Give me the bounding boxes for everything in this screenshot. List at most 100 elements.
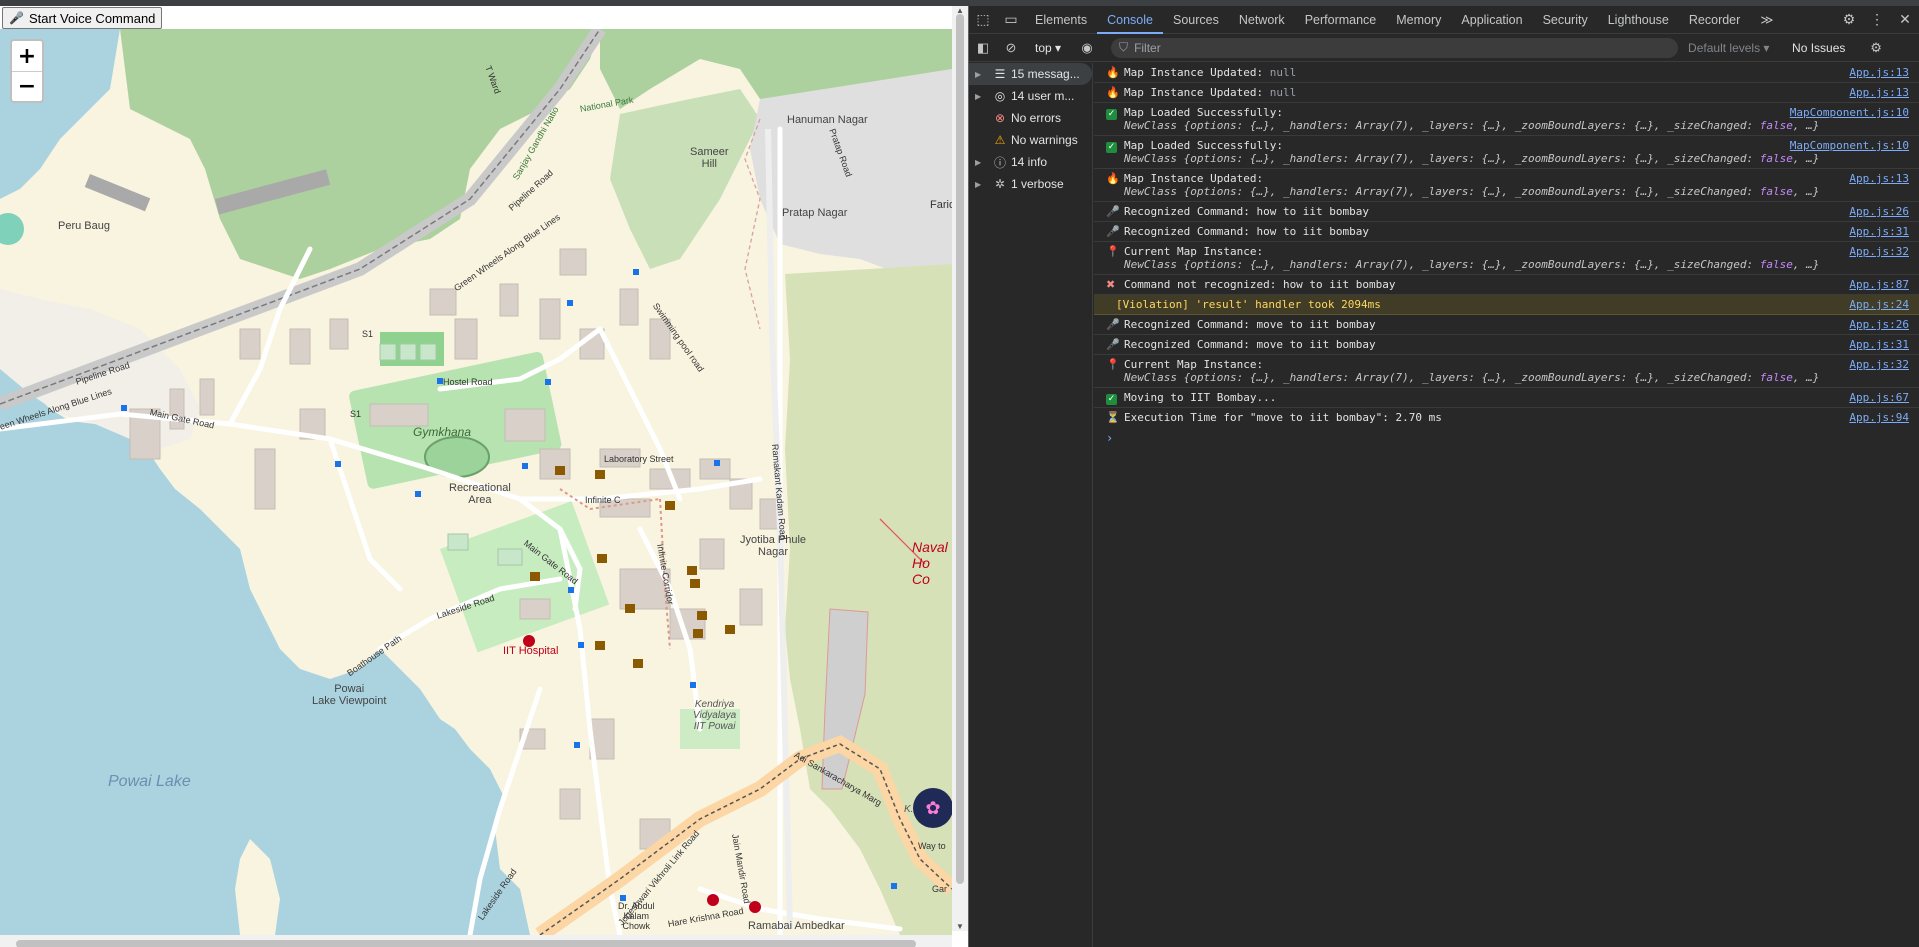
zoom-in-button[interactable]: + — [12, 41, 42, 71]
context-selector[interactable]: top ▾ — [1029, 41, 1067, 55]
tab-memory[interactable]: Memory — [1386, 6, 1451, 34]
map-label-powai-lake: Powai Lake — [108, 773, 191, 790]
source-link[interactable]: App.js:31 — [1849, 225, 1909, 238]
console-message[interactable]: 🎤 Recognized Command: how to iit bombay … — [1094, 202, 1919, 222]
object-preview-part: options: {…}, — [1190, 258, 1283, 271]
console-message[interactable]: 📍 Current Map Instance: App.js:32 ▶NewCl… — [1094, 242, 1919, 275]
filter-placeholder: Filter — [1134, 40, 1161, 55]
close-icon[interactable]: ✕ — [1891, 6, 1919, 34]
object-preview-part: options: {…}, — [1190, 371, 1283, 384]
settings-gear-icon[interactable]: ⚙ — [1835, 6, 1863, 34]
zoom-out-button[interactable]: − — [12, 71, 42, 101]
brain-icon: ✿ — [925, 797, 941, 818]
tab-elements[interactable]: Elements — [1025, 6, 1097, 34]
tab-sources[interactable]: Sources — [1163, 6, 1229, 34]
object-preview-part: _zoomBoundLayers: {…}, — [1514, 152, 1668, 165]
start-voice-command-button[interactable]: 🎤 Start Voice Command — [2, 7, 163, 29]
console-violation-message[interactable]: [Violation] 'result' handler took 2094ms… — [1094, 295, 1919, 315]
tab-console[interactable]: Console — [1097, 6, 1163, 34]
source-link[interactable]: App.js:87 — [1849, 278, 1909, 291]
horizontal-scrollbar[interactable] — [0, 935, 952, 947]
source-link[interactable]: MapComponent.js:10 — [1790, 139, 1909, 152]
console-prompt-input[interactable]: › — [1094, 427, 1919, 449]
vertical-scrollbar-thumb[interactable] — [956, 14, 964, 884]
more-options-icon[interactable]: ⋮ — [1863, 6, 1891, 34]
horizontal-scrollbar-thumb[interactable] — [16, 940, 916, 947]
source-link[interactable]: App.js:32 — [1849, 245, 1909, 258]
console-message[interactable]: ✓ Map Loaded Successfully: MapComponent.… — [1094, 136, 1919, 169]
sidebar-item-user-messages[interactable]: ▶ ◎ 14 user m... — [969, 85, 1092, 107]
object-preview[interactable]: ▶NewClass {options: {…}, _handlers: Arra… — [1124, 119, 1911, 132]
object-preview-part: , …} — [1792, 119, 1820, 132]
object-preview-part: _handlers: Array(7), — [1282, 185, 1423, 198]
sidebar-item-label: 15 messag... — [1011, 67, 1080, 81]
log-levels-dropdown[interactable]: Default levels ▾ — [1688, 41, 1778, 55]
map-canvas[interactable]: + − Peru Baug Hanuman Nagar Pratap Nagar… — [0, 29, 952, 935]
assistant-floating-button[interactable]: ✿ — [913, 788, 952, 828]
issues-counter[interactable]: No Issues — [1792, 41, 1862, 55]
object-preview-part: options: {…}, — [1190, 152, 1283, 165]
source-link[interactable]: App.js:31 — [1849, 338, 1909, 351]
console-message[interactable]: ✖ Command not recognized: how to iit bom… — [1094, 275, 1919, 295]
console-message[interactable]: 🎤 Recognized Command: move to iit bombay… — [1094, 335, 1919, 355]
devtools-tab-bar: ⬚ ▭ Elements Console Sources Network Per… — [969, 6, 1919, 34]
vertical-scrollbar[interactable]: ▲ ▼ — [952, 6, 968, 931]
message-text: Execution Time for "move to iit bombay":… — [1124, 411, 1442, 424]
console-message[interactable]: 🔥 Map Instance Updated: null App.js:13 — [1094, 83, 1919, 103]
inspect-element-icon[interactable]: ⬚ — [969, 6, 997, 34]
hourglass-icon: ⏳ — [1106, 411, 1120, 424]
sidebar-item-info[interactable]: ▶ ⓘ 14 info — [969, 151, 1092, 173]
tab-network[interactable]: Network — [1229, 6, 1295, 34]
source-link[interactable]: App.js:67 — [1849, 391, 1909, 404]
tab-security[interactable]: Security — [1533, 6, 1598, 34]
object-preview[interactable]: ▶NewClass {options: {…}, _handlers: Arra… — [1124, 152, 1911, 165]
map-label-laboratory-street: Laboratory Street — [604, 454, 674, 464]
sidebar-item-label: No warnings — [1011, 133, 1078, 147]
tab-performance[interactable]: Performance — [1295, 6, 1387, 34]
source-link[interactable]: App.js:24 — [1849, 298, 1909, 311]
tab-recorder[interactable]: Recorder — [1679, 6, 1750, 34]
tab-lighthouse[interactable]: Lighthouse — [1598, 6, 1679, 34]
clear-console-icon[interactable]: ⊘ — [997, 40, 1025, 56]
object-preview[interactable]: ▶NewClass {options: {…}, _handlers: Arra… — [1124, 185, 1911, 198]
scroll-down-arrow-icon[interactable]: ▼ — [956, 922, 964, 931]
sidebar-item-label: 14 info — [1011, 155, 1048, 169]
source-link[interactable]: App.js:32 — [1849, 358, 1909, 371]
console-message[interactable]: ✓ Moving to IIT Bombay... App.js:67 — [1094, 388, 1919, 408]
sidebar-item-verbose[interactable]: ▶ ✲ 1 verbose — [969, 173, 1092, 195]
sidebar-item-errors[interactable]: ⊗ No errors — [969, 107, 1092, 129]
source-link[interactable]: MapComponent.js:10 — [1790, 106, 1909, 119]
source-link[interactable]: App.js:13 — [1849, 86, 1909, 99]
device-toolbar-icon[interactable]: ▭ — [997, 6, 1025, 34]
sidebar-item-messages[interactable]: ▶ ☰ 15 messag... — [969, 63, 1092, 85]
object-preview-part: _zoomBoundLayers: {…}, — [1514, 258, 1668, 271]
sidebar-toggle-icon[interactable]: ◧ — [969, 40, 997, 56]
source-link[interactable]: App.js:26 — [1849, 205, 1909, 218]
message-text: Map Instance Updated: — [1124, 172, 1264, 185]
object-preview-part: false — [1759, 185, 1793, 198]
map-label-ramabai-ambedkar: Ramabai Ambedkar — [748, 920, 845, 932]
sidebar-item-warnings[interactable]: ⚠ No warnings — [969, 129, 1092, 151]
expand-triangle-icon: ▶ — [975, 91, 982, 101]
object-preview[interactable]: ▶NewClass {options: {…}, _handlers: Arra… — [1124, 371, 1911, 384]
console-message[interactable]: ⏳ Execution Time for "move to iit bombay… — [1094, 408, 1919, 427]
source-link[interactable]: App.js:13 — [1849, 66, 1909, 79]
console-message[interactable]: ✓ Map Loaded Successfully: MapComponent.… — [1094, 103, 1919, 136]
console-message[interactable]: 🔥 Map Instance Updated: null App.js:13 — [1094, 63, 1919, 83]
map-label-peru-baug: Peru Baug — [58, 220, 110, 232]
tab-application[interactable]: Application — [1451, 6, 1532, 34]
source-link[interactable]: App.js:26 — [1849, 318, 1909, 331]
object-preview-part: options: {…}, — [1190, 185, 1283, 198]
object-preview[interactable]: ▶NewClass {options: {…}, _handlers: Arra… — [1124, 258, 1911, 271]
source-link[interactable]: App.js:94 — [1849, 411, 1909, 424]
console-message[interactable]: 🔥 Map Instance Updated: App.js:13 ▶NewCl… — [1094, 169, 1919, 202]
source-link[interactable]: App.js:13 — [1849, 172, 1909, 185]
console-message[interactable]: 🎤 Recognized Command: move to iit bombay… — [1094, 315, 1919, 335]
object-preview-part: _zoomBoundLayers: {…}, — [1514, 119, 1668, 132]
console-message[interactable]: 🎤 Recognized Command: how to iit bombay … — [1094, 222, 1919, 242]
console-message[interactable]: 📍 Current Map Instance: App.js:32 ▶NewCl… — [1094, 355, 1919, 388]
console-settings-gear-icon[interactable]: ⚙ — [1862, 40, 1890, 56]
more-tabs-icon[interactable]: ≫ — [1750, 6, 1783, 34]
filter-input[interactable]: ⛉ Filter — [1111, 37, 1679, 58]
live-expression-eye-icon[interactable]: ◉ — [1073, 40, 1101, 56]
